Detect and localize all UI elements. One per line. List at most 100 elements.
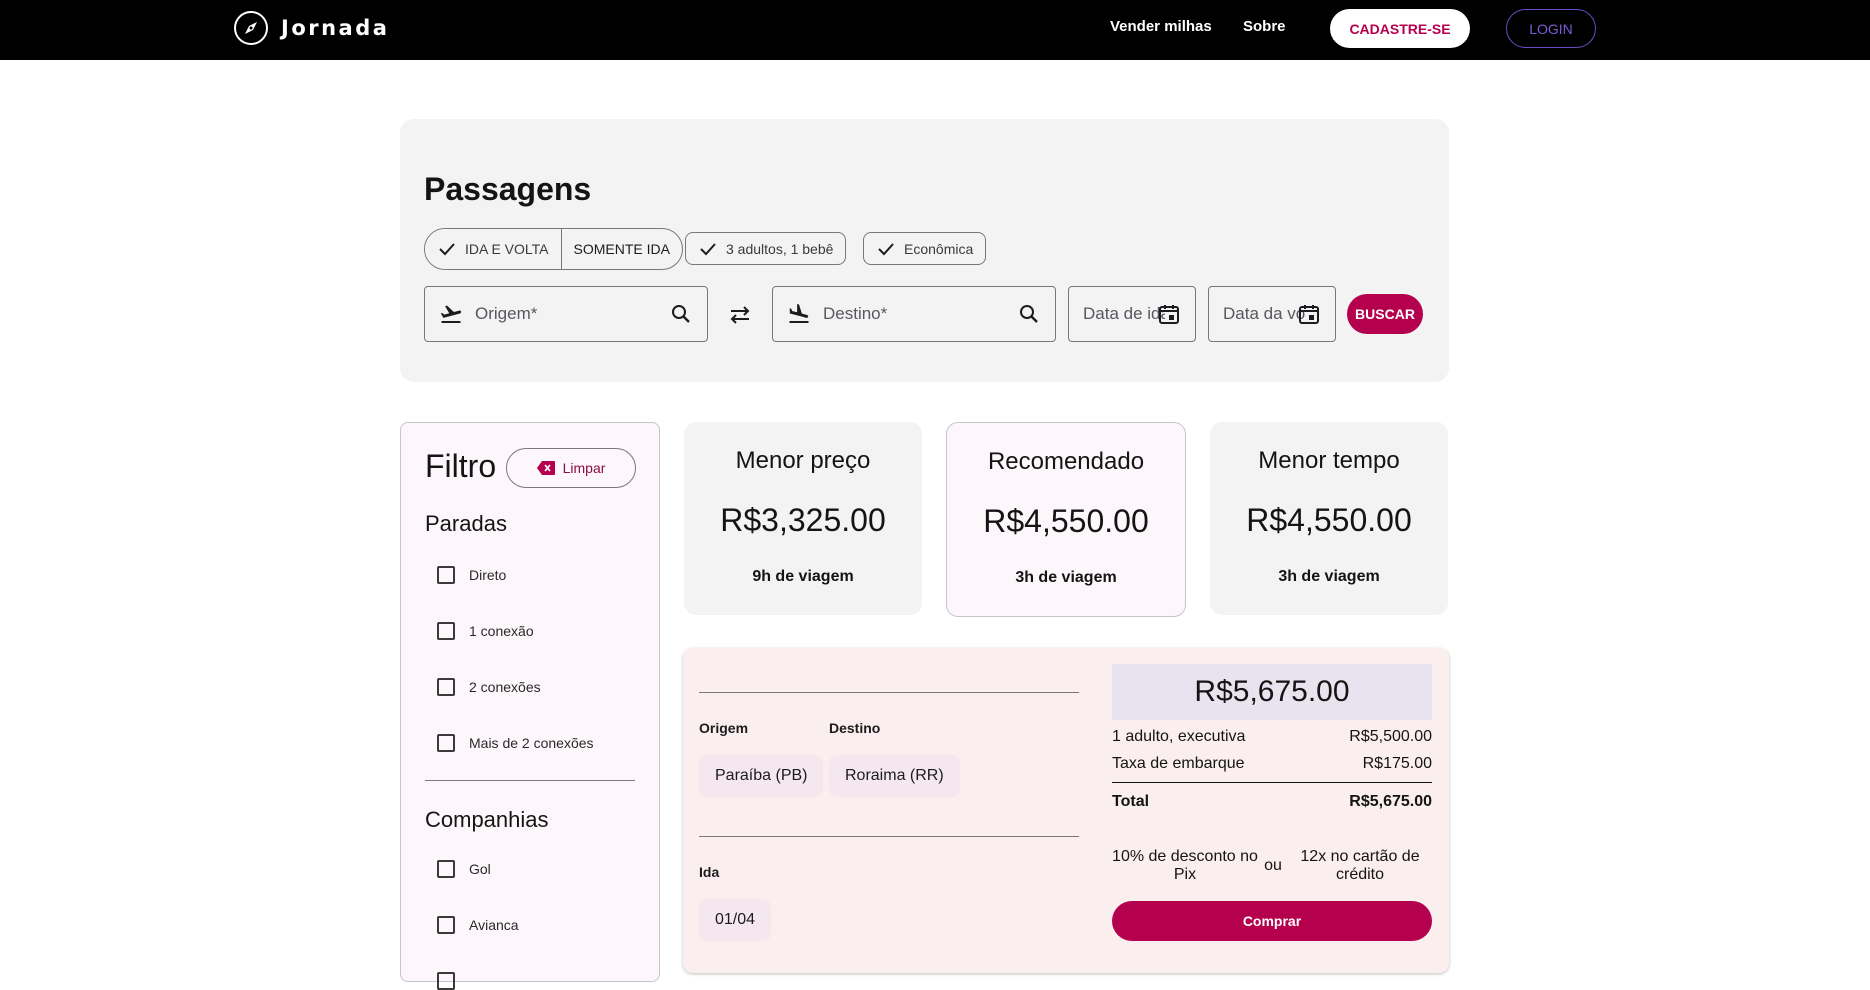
search-panel: Passagens IDA E VOLTA SOMENTE IDA 3 adul…	[400, 119, 1449, 382]
stops-option-2[interactable]: 2 conexões	[437, 678, 541, 696]
checkbox[interactable]	[437, 566, 455, 584]
destination-chip: Roraima (RR)	[829, 755, 960, 797]
card-duration: 3h de viagem	[1015, 569, 1117, 586]
tax-row: Taxa de embarque R$175.00	[1112, 755, 1432, 773]
price-card-fastest[interactable]: Menor tempo R$4,550.00 3h de viagem	[1210, 422, 1448, 615]
backspace-icon	[536, 461, 555, 475]
card-duration: 9h de viagem	[752, 568, 854, 585]
compass-icon	[234, 11, 268, 45]
return-date-field[interactable]: Data da volta	[1208, 286, 1336, 342]
chip-label: Econômica	[904, 240, 974, 257]
calendar-icon[interactable]	[1157, 302, 1181, 326]
fare-label: 1 adulto, executiva	[1112, 728, 1246, 745]
price-card-cheapest[interactable]: Menor preço R$3,325.00 9h de viagem	[684, 422, 922, 615]
or-label: ou	[1264, 857, 1282, 874]
nav-sobre[interactable]: Sobre	[1243, 18, 1286, 35]
trip-type-round[interactable]: IDA E VOLTA	[425, 229, 561, 269]
card-title: Menor preço	[735, 447, 871, 474]
login-button[interactable]: LOGIN	[1506, 9, 1596, 48]
brand-logo[interactable]: Jornada	[233, 10, 389, 46]
checkbox[interactable]	[437, 916, 455, 934]
card-duration: 3h de viagem	[1278, 568, 1380, 585]
destination-placeholder: Destino*	[823, 304, 888, 323]
nav-vender-milhas[interactable]: Vender milhas	[1110, 18, 1212, 35]
origin-placeholder: Origem*	[475, 304, 538, 323]
checkbox[interactable]	[437, 734, 455, 752]
filter-title: Filtro	[425, 448, 497, 484]
calendar-icon[interactable]	[1297, 302, 1321, 326]
airline-option-gol[interactable]: Gol	[437, 860, 491, 878]
pix-offer: 10% de desconto no Pix	[1112, 848, 1258, 883]
tax-label: Taxa de embarque	[1112, 755, 1245, 772]
search-icon[interactable]	[1017, 302, 1041, 326]
option-label: 1 conexão	[469, 623, 534, 639]
return-placeholder: Data da volta	[1223, 304, 1305, 323]
top-navbar: Jornada Vender milhas Sobre CADASTRE-SE …	[0, 0, 1870, 60]
origin-field[interactable]: Origem*	[424, 286, 708, 342]
card-title: Menor tempo	[1258, 447, 1400, 474]
stops-option-1[interactable]: 1 conexão	[437, 622, 534, 640]
fare-value: R$5,500.00	[1349, 728, 1432, 745]
trip-type-oneway[interactable]: SOMENTE IDA	[560, 229, 682, 269]
clear-label: Limpar	[562, 460, 606, 476]
cabin-chip[interactable]: Econômica	[863, 232, 987, 265]
option-label: 2 conexões	[469, 679, 541, 695]
filter-panel: Filtro Limpar Paradas Direto 1 conexão 2…	[400, 422, 660, 990]
buy-button[interactable]: Comprar	[1112, 901, 1432, 941]
stops-option-more[interactable]: Mais de 2 conexões	[437, 734, 594, 752]
checkbox[interactable]	[437, 622, 455, 640]
divider	[699, 836, 1079, 837]
signup-button[interactable]: CADASTRE-SE	[1330, 9, 1470, 48]
landing-icon	[789, 304, 809, 323]
total-label: Total	[1112, 793, 1150, 810]
total-row: Total R$5,675.00	[1112, 793, 1432, 811]
ticket-card: Origem Destino Paraíba (PB) Roraima (RR)…	[683, 648, 1449, 973]
card-title: Recomendado	[987, 448, 1145, 475]
option-label: Direto	[469, 567, 507, 583]
airlines-title: Companhias	[425, 807, 549, 832]
page-title: Passagens	[424, 171, 592, 207]
divider	[699, 692, 1079, 693]
check-icon	[700, 242, 716, 255]
option-label: Mais de 2 conexões	[469, 735, 594, 751]
card-price: R$3,325.00	[720, 502, 886, 538]
ticket-total-price: R$5,675.00	[1112, 664, 1432, 720]
departure-label: Ida	[699, 864, 720, 880]
chip-label: SOMENTE IDA	[573, 241, 670, 257]
option-label: Gol	[469, 861, 491, 877]
check-icon	[878, 242, 894, 255]
brand-name: Jornada	[281, 16, 390, 40]
total-value: R$5,675.00	[1349, 793, 1432, 810]
origin-label: Origem	[699, 720, 749, 736]
passengers-chip[interactable]: 3 adultos, 1 bebê	[685, 232, 847, 265]
airline-option-avianca[interactable]: Avianca	[437, 916, 519, 934]
swap-icon[interactable]	[727, 302, 753, 328]
price-card-recommended[interactable]: Recomendado R$4,550.00 3h de viagem	[946, 422, 1186, 617]
stops-title: Paradas	[425, 511, 507, 536]
chip-label: 3 adultos, 1 bebê	[726, 240, 834, 257]
tax-value: R$175.00	[1362, 755, 1432, 772]
departure-date-chip: 01/04	[699, 899, 772, 941]
chip-label: IDA E VOLTA	[465, 241, 549, 257]
trip-type-toggle: IDA E VOLTA SOMENTE IDA	[424, 228, 683, 270]
card-price: R$4,550.00	[983, 503, 1149, 539]
option-label: Avianca	[469, 917, 519, 933]
clear-filters-button[interactable]: Limpar	[506, 448, 636, 488]
origin-chip: Paraíba (PB)	[699, 755, 824, 797]
search-icon[interactable]	[669, 302, 693, 326]
takeoff-icon	[440, 305, 462, 323]
divider	[425, 780, 635, 781]
stops-option-direct[interactable]: Direto	[437, 566, 506, 584]
departure-date-field[interactable]: Data de ida	[1068, 286, 1196, 342]
card-offer: 12x no cartão de crédito	[1300, 848, 1420, 883]
check-icon	[439, 243, 455, 256]
fare-row: 1 adulto, executiva R$5,500.00	[1112, 728, 1432, 746]
departure-placeholder: Data de ida	[1083, 304, 1165, 323]
checkbox[interactable]	[437, 678, 455, 696]
search-button[interactable]: BUSCAR	[1347, 294, 1423, 334]
divider	[1112, 782, 1432, 783]
checkbox[interactable]	[437, 860, 455, 878]
destination-field[interactable]: Destino*	[772, 286, 1056, 342]
card-price: R$4,550.00	[1246, 502, 1412, 538]
destination-label: Destino	[829, 720, 881, 736]
